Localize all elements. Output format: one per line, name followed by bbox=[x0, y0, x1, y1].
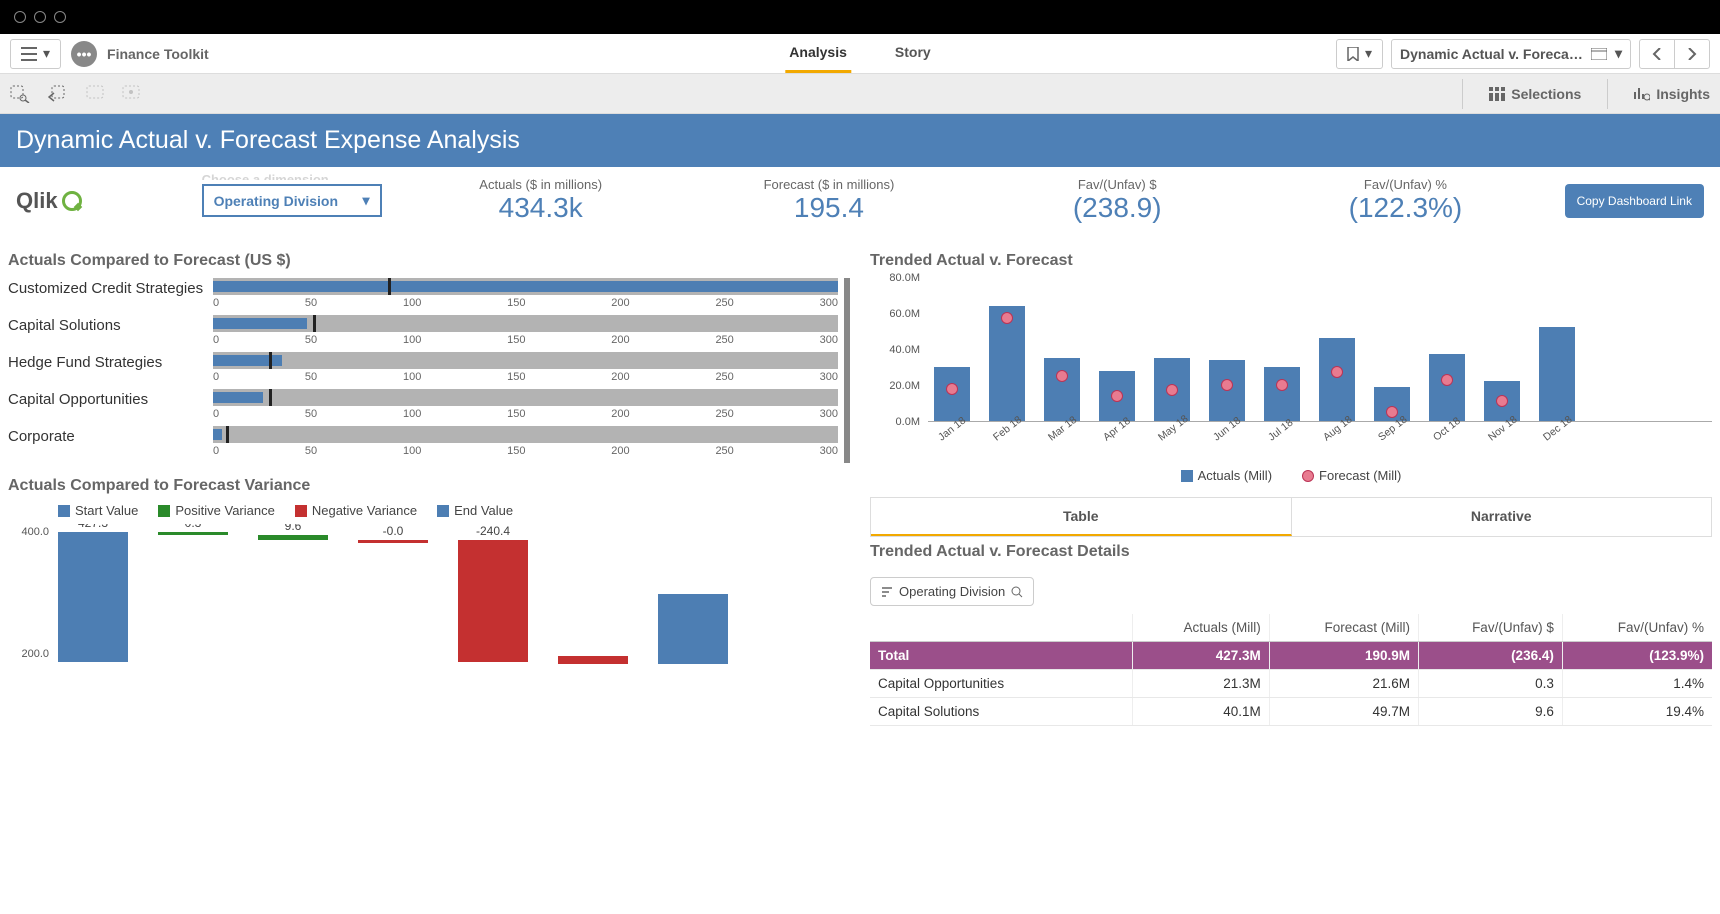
chevron-right-icon bbox=[1687, 48, 1697, 60]
waterfall-chart[interactable]: 400.0 200.0 427.3 0.3 9.6 -0.0 -240.4 -5… bbox=[8, 524, 850, 664]
kpi-forecast: Forecast ($ in millions) 195.4 bbox=[700, 177, 958, 224]
page-title: Dynamic Actual v. Forecast Expense Analy… bbox=[0, 114, 1720, 167]
qlik-q-icon bbox=[62, 191, 82, 211]
bookmark-button[interactable]: ▾ bbox=[1336, 39, 1383, 69]
nav-prev[interactable] bbox=[1639, 39, 1675, 69]
search-icon bbox=[1011, 586, 1023, 598]
divider bbox=[1462, 79, 1463, 109]
kpi-actuals: Actuals ($ in millions) 434.3k bbox=[412, 177, 670, 224]
min-dot[interactable] bbox=[34, 11, 46, 23]
insights-button[interactable]: Insights bbox=[1634, 86, 1710, 102]
table-header[interactable]: Fav/(Unfav) % bbox=[1562, 614, 1712, 642]
bullet-label: Customized Credit Strategies bbox=[8, 278, 213, 297]
chevron-down-icon: ▾ bbox=[1365, 45, 1372, 62]
tab-table[interactable]: Table bbox=[871, 498, 1292, 536]
sheet-icon bbox=[1591, 48, 1607, 60]
qlik-logo: Qlik bbox=[16, 188, 82, 214]
dimension-selector: Choose a dimension Operating Division ▾ bbox=[202, 184, 382, 217]
details-title: Trended Actual v. Forecast Details bbox=[870, 543, 1712, 561]
copy-dashboard-link-button[interactable]: Copy Dashboard Link bbox=[1565, 184, 1704, 218]
max-dot[interactable] bbox=[54, 11, 66, 23]
kpi-fav-pct: Fav/(Unfav) % (122.3%) bbox=[1276, 177, 1534, 224]
bullet-title: Actuals Compared to Forecast (US $) bbox=[8, 252, 850, 270]
top-toolbar: ▾ ••• Finance Toolkit Analysis Story ▾ D… bbox=[0, 34, 1720, 74]
secondary-toolbar: Selections Insights bbox=[0, 74, 1720, 114]
table-header[interactable]: Actuals (Mill) bbox=[1132, 614, 1269, 642]
menu-button[interactable]: ▾ bbox=[10, 39, 61, 69]
window-chrome bbox=[0, 0, 1720, 34]
left-column: Actuals Compared to Forecast (US $) Cust… bbox=[8, 244, 850, 726]
chevron-down-icon: ▾ bbox=[1615, 45, 1622, 62]
sheet-name: Dynamic Actual v. Forecast ... bbox=[1400, 46, 1583, 62]
bullet-row[interactable]: Corporate 050100150200250300 bbox=[8, 426, 838, 457]
close-dot[interactable] bbox=[14, 11, 26, 23]
tab-analysis[interactable]: Analysis bbox=[785, 34, 851, 73]
right-column: Trended Actual v. Forecast 0.0M20.0M40.0… bbox=[870, 244, 1712, 726]
step-back-icon[interactable] bbox=[48, 85, 68, 103]
bullet-label: Capital Solutions bbox=[8, 315, 213, 334]
bullet-chart[interactable]: Customized Credit Strategies 05010015020… bbox=[8, 278, 850, 463]
table-row[interactable]: Capital Solutions40.1M49.7M9.619.4% bbox=[870, 698, 1712, 726]
tab-narrative[interactable]: Narrative bbox=[1292, 498, 1712, 536]
waterfall-title: Actuals Compared to Forecast Variance bbox=[8, 477, 850, 495]
chevron-down-icon: ▾ bbox=[363, 192, 370, 209]
selections-icon bbox=[1489, 87, 1505, 101]
combo-title: Trended Actual v. Forecast bbox=[870, 252, 1712, 270]
scrollbar[interactable] bbox=[844, 278, 850, 463]
bullet-row[interactable]: Capital Opportunities 050100150200250300 bbox=[8, 389, 838, 420]
bullet-row[interactable]: Hedge Fund Strategies 050100150200250300 bbox=[8, 352, 838, 383]
sel-tool-icon[interactable] bbox=[122, 85, 140, 103]
details-filter-button[interactable]: Operating Division bbox=[870, 577, 1034, 606]
selections-button[interactable]: Selections bbox=[1489, 86, 1581, 102]
bottom-tabs: Table Narrative bbox=[870, 497, 1712, 537]
bullet-label: Capital Opportunities bbox=[8, 389, 213, 408]
app-icon: ••• bbox=[71, 41, 97, 67]
tab-story[interactable]: Story bbox=[891, 34, 935, 73]
bullet-row[interactable]: Customized Credit Strategies 05010015020… bbox=[8, 278, 838, 309]
hamburger-icon bbox=[21, 47, 37, 61]
clear-sel-icon[interactable] bbox=[86, 85, 104, 103]
bullet-label: Corporate bbox=[8, 426, 213, 445]
table-header[interactable]: Forecast (Mill) bbox=[1269, 614, 1418, 642]
table-row[interactable]: Total427.3M190.9M(236.4)(123.9%) bbox=[870, 642, 1712, 670]
kpi-row: Qlik Choose a dimension Operating Divisi… bbox=[0, 167, 1720, 234]
kpi-fav-dollar: Fav/(Unfav) $ (238.9) bbox=[988, 177, 1246, 224]
table-row[interactable]: Capital Opportunities21.3M21.6M0.31.4% bbox=[870, 670, 1712, 698]
app-name: Finance Toolkit bbox=[107, 46, 209, 62]
bullet-label: Hedge Fund Strategies bbox=[8, 352, 213, 371]
insights-icon bbox=[1634, 87, 1650, 101]
combo-chart[interactable]: 0.0M20.0M40.0M60.0M80.0M Jan 18Feb 18Mar… bbox=[870, 278, 1712, 458]
bullet-row[interactable]: Capital Solutions 050100150200250300 bbox=[8, 315, 838, 346]
bookmark-icon bbox=[1347, 47, 1359, 61]
chevron-down-icon: ▾ bbox=[43, 45, 50, 62]
sheet-selector[interactable]: Dynamic Actual v. Forecast ... ▾ bbox=[1391, 39, 1631, 69]
smart-search-icon[interactable] bbox=[10, 85, 30, 103]
chevron-left-icon bbox=[1652, 48, 1662, 60]
nav-next[interactable] bbox=[1674, 39, 1710, 69]
divider bbox=[1607, 79, 1608, 109]
details-table[interactable]: Actuals (Mill)Forecast (Mill)Fav/(Unfav)… bbox=[870, 614, 1712, 726]
table-header[interactable]: Fav/(Unfav) $ bbox=[1419, 614, 1563, 642]
waterfall-legend: Start Value Positive Variance Negative V… bbox=[8, 503, 850, 518]
combo-legend: Actuals (Mill) Forecast (Mill) bbox=[870, 468, 1712, 483]
sort-icon bbox=[881, 586, 893, 598]
dimension-dropdown[interactable]: Operating Division ▾ bbox=[202, 184, 382, 217]
